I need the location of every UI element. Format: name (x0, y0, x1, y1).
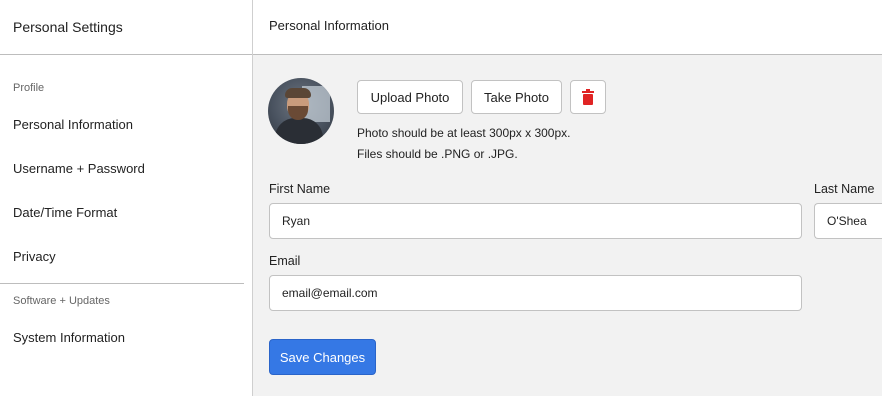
main-panel: Personal Information Upload Photo Take P… (253, 0, 882, 396)
sidebar-section-profile: Profile (13, 82, 45, 94)
sidebar-item-system-information[interactable]: System Information (13, 330, 125, 345)
first-name-label: First Name (269, 182, 331, 196)
delete-photo-button[interactable] (570, 80, 606, 114)
sidebar-divider (0, 283, 244, 284)
email-field[interactable] (269, 275, 802, 311)
avatar (268, 78, 334, 144)
sidebar-item-username-password[interactable]: Username + Password (13, 161, 145, 176)
photo-size-hint: Photo should be at least 300px x 300px. (357, 126, 571, 140)
photo-format-hint: Files should be .PNG or .JPG. (357, 147, 518, 161)
sidebar-item-date-time-format[interactable]: Date/Time Format (13, 205, 117, 220)
sidebar-item-privacy[interactable]: Privacy (13, 249, 56, 264)
sidebar-item-personal-information[interactable]: Personal Information (13, 117, 133, 132)
last-name-label: Last Name (814, 182, 875, 196)
last-name-field[interactable] (814, 203, 882, 239)
email-label: Email (269, 254, 301, 268)
trash-icon (582, 89, 594, 105)
sidebar-title: Personal Settings (0, 0, 252, 55)
save-changes-button[interactable]: Save Changes (269, 339, 376, 375)
upload-photo-button[interactable]: Upload Photo (357, 80, 463, 114)
first-name-field[interactable] (269, 203, 802, 239)
sidebar-section-software-updates: Software + Updates (13, 295, 110, 307)
page-title: Personal Information (253, 0, 882, 55)
sidebar: Personal Settings Profile Personal Infor… (0, 0, 253, 396)
take-photo-button[interactable]: Take Photo (471, 80, 562, 114)
